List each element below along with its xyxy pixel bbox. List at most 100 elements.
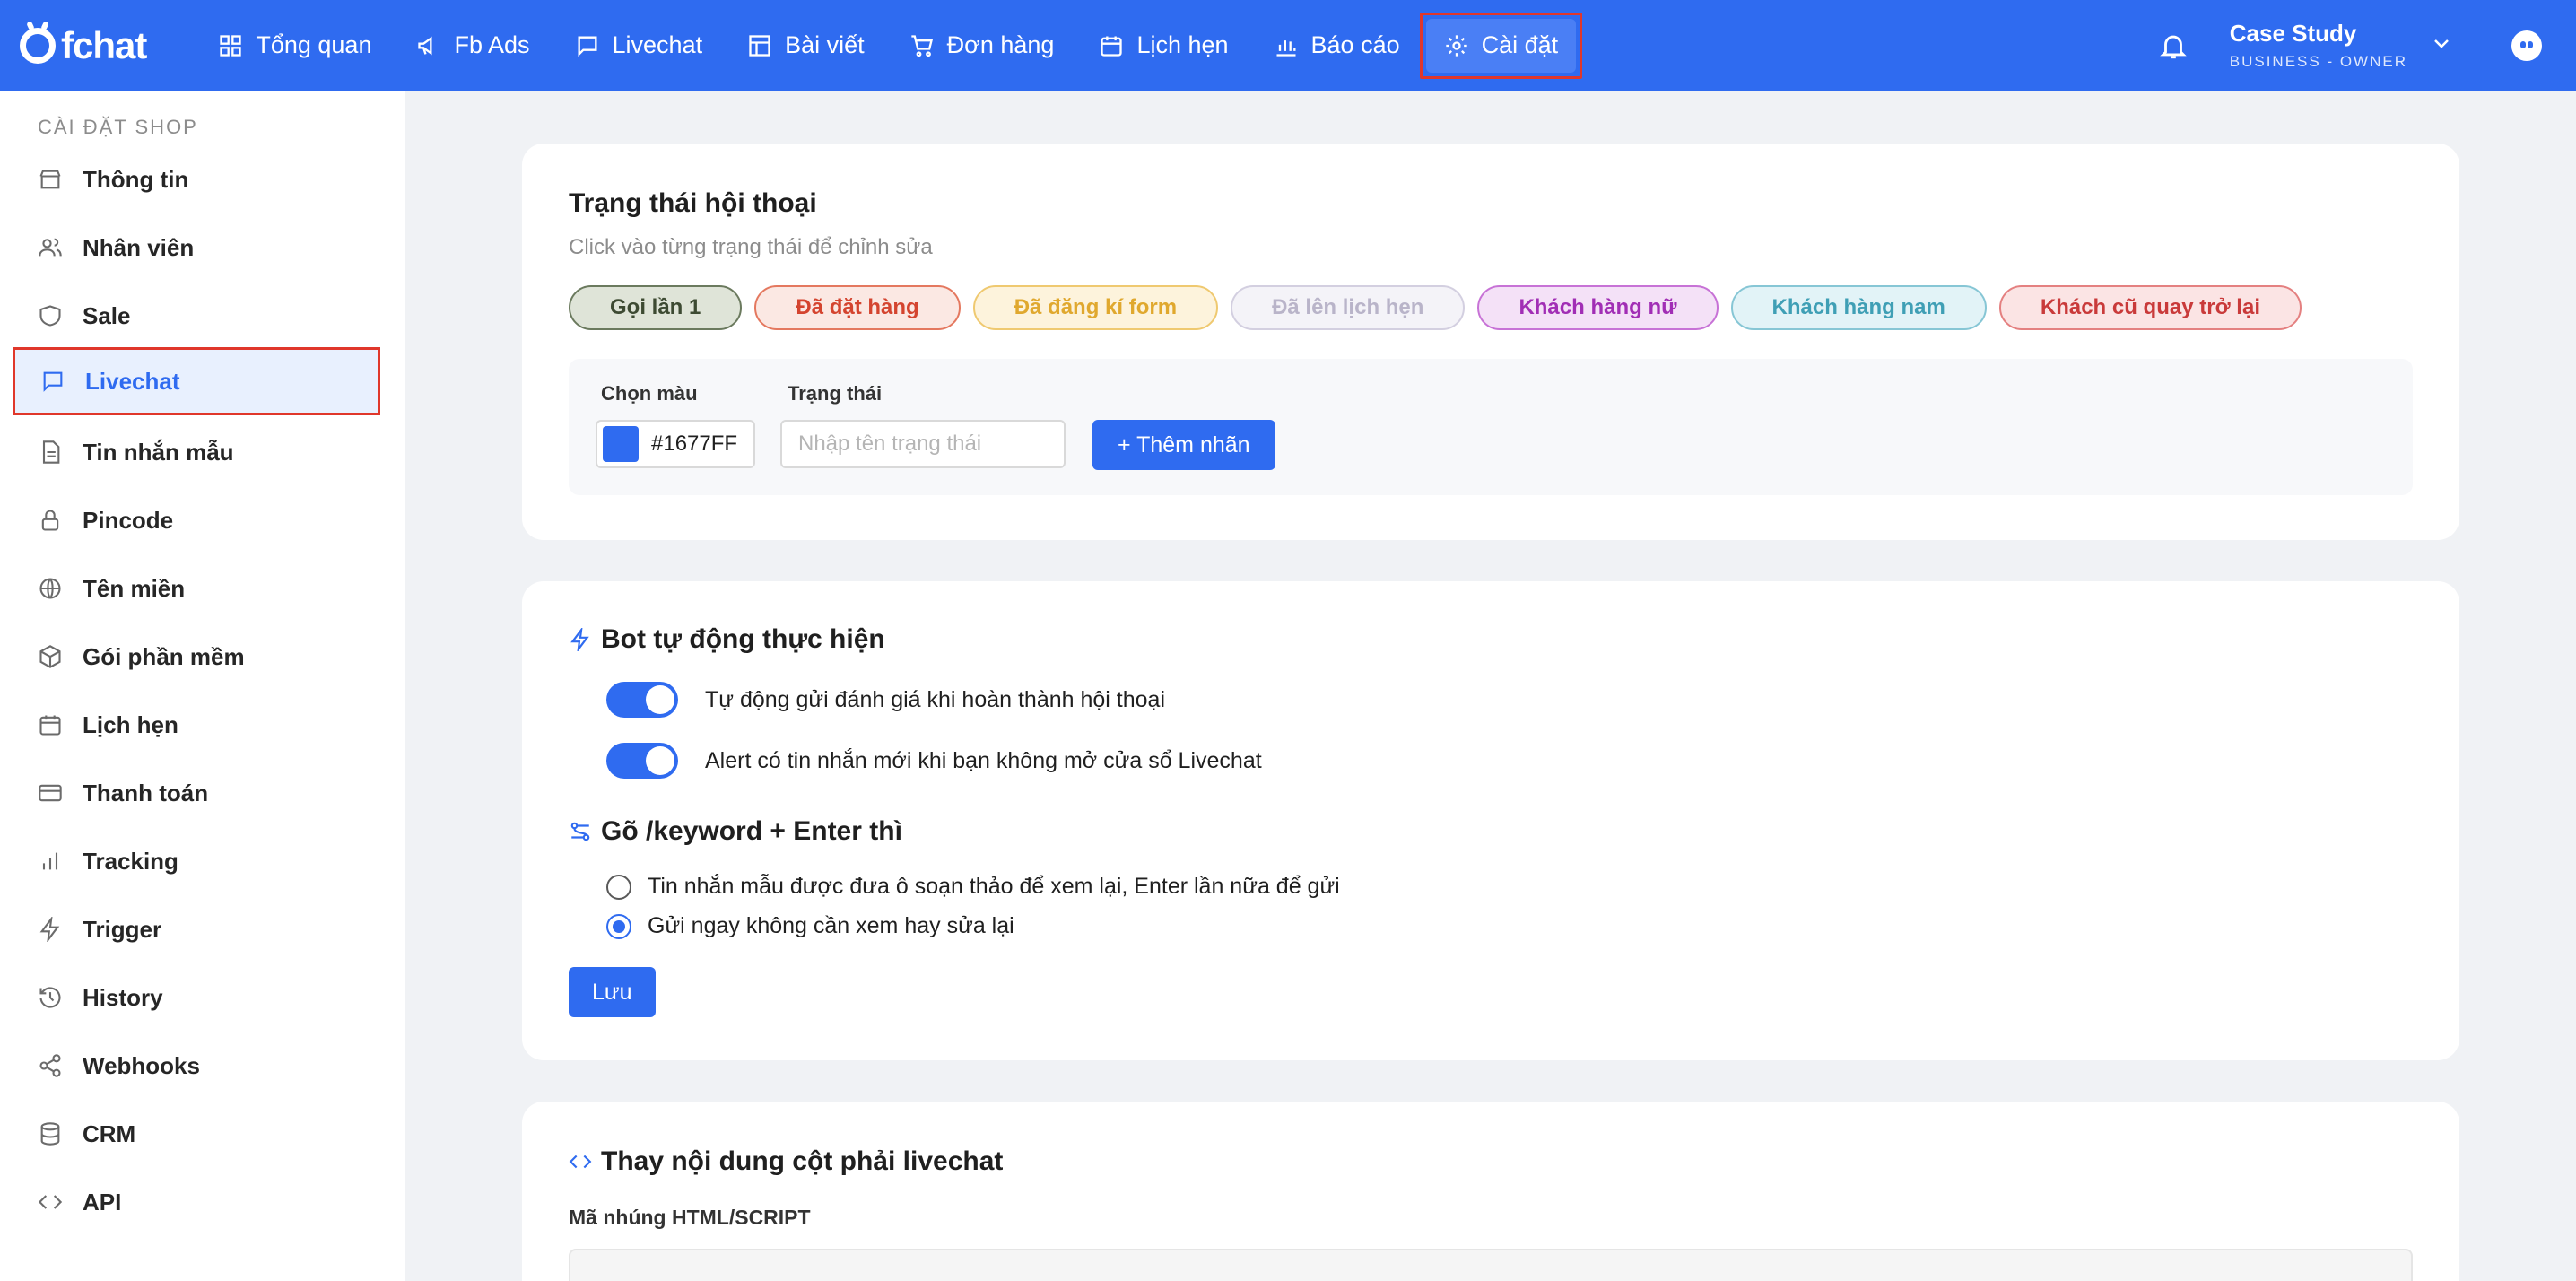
color-picker[interactable]: #1677FF [596,420,755,468]
code-label: Mã nhúng HTML/SCRIPT [569,1206,811,1229]
top-navbar: fchat Tổng quan Fb Ads Livechat Bài viết… [0,0,2576,91]
card-title: Trạng thái hội thoại [569,188,817,218]
database-icon [40,1122,60,1146]
conversation-status-card: Trạng thái hội thoại Click vào từng trạn… [522,144,2459,540]
chatbot-icon[interactable] [2511,30,2542,61]
logo-icon [20,27,56,64]
send-immediately-radio[interactable] [606,913,631,939]
sidebar-item-crm[interactable]: CRM [13,1102,380,1165]
status-chip[interactable]: Khách hàng nữ [1477,285,1719,330]
sidebar-item-tracking[interactable]: Tracking [13,830,380,893]
sidebar-item-goi-phan-mem[interactable]: Gói phần mềm [13,625,380,688]
sidebar-item-label: Lịch hẹn [83,710,178,738]
layout-icon [749,34,770,57]
status-name-input[interactable] [780,420,1066,468]
sidebar-item-lich-hen[interactable]: Lịch hẹn [13,693,380,756]
add-label-button[interactable]: + Thêm nhãn [1092,420,1275,470]
bot-settings-card: Bot tự động thực hiện Tự động gửi đánh g… [522,581,2459,1060]
sidebar-item-sale[interactable]: Sale [13,284,380,347]
sidebar-item-label: Tracking [83,847,178,875]
new-message-alert-toggle[interactable] [606,743,678,779]
sidebar-item-livechat[interactable]: Livechat [13,347,380,415]
share-icon [39,1054,61,1077]
sidebar-item-label: API [83,1188,122,1216]
color-value: #1677FF [651,431,738,456]
nav-cai-dat[interactable]: Cài đặt [1425,18,1577,73]
save-button[interactable]: Lưu [569,967,656,1017]
embed-section-title: Thay nội dung cột phải livechat [569,1146,1003,1177]
nav-fb-ads[interactable]: Fb Ads [398,19,547,73]
status-chip-list: Gọi lần 1 Đã đặt hàng Đã đăng kí form Đã… [569,285,2302,330]
keyword-title-text: Gõ /keyword + Enter thì [601,816,902,846]
sidebar-item-pincode[interactable]: Pincode [13,489,380,552]
nav-label: Livechat [612,31,703,58]
status-chip[interactable]: Khách hàng nam [1730,285,1987,330]
tag-icon [39,305,61,327]
users-icon [39,238,62,257]
sidebar-item-nhan-vien[interactable]: Nhân viên [13,216,380,279]
sidebar-item-webhooks[interactable]: Webhooks [13,1034,380,1097]
nav-label: Báo cáo [1310,31,1400,58]
sidebar-item-tin-nhan-mau[interactable]: Tin nhắn mẫu [13,421,380,484]
toggle-row-review: Tự động gửi đánh giá khi hoàn thành hội … [606,682,1165,718]
status-chip[interactable]: Đã đăng kí form [972,285,1219,330]
color-swatch [603,426,639,462]
package-icon [39,645,61,668]
keyword-section-title: Gõ /keyword + Enter thì [569,816,902,847]
document-icon [42,440,60,464]
radio-row-preview: Tin nhắn mẫu được đưa ô soạn thảo để xem… [606,874,1340,900]
status-editor: Chọn màu Trạng thái #1677FF + Thêm nhãn [569,359,2413,495]
nav-right: Case Study BUSINESS - OWNER [2158,0,2576,91]
settings-sidebar: CÀI ĐẶT SHOP Thông tin Nhân viên Sale Li… [0,91,405,1281]
fchat-logo[interactable]: fchat [20,23,147,67]
sidebar-item-label: Pincode [83,506,174,534]
history-icon [39,987,61,1008]
notification-button[interactable] [2158,30,2189,61]
sidebar-item-trigger[interactable]: Trigger [13,898,380,961]
nav-lich-hen[interactable]: Lịch hẹn [1081,19,1246,73]
radio-label: Gửi ngay không cần xem hay sửa lại [648,913,1014,938]
sidebar-item-label: Tin nhắn mẫu [83,438,234,466]
nav-label: Tổng quan [256,31,372,58]
sidebar-item-ten-mien[interactable]: Tên miền [13,557,380,620]
nav-label: Đơn hàng [946,31,1055,58]
preview-before-send-radio[interactable] [606,874,631,900]
nav-livechat[interactable]: Livechat [557,19,721,73]
status-chip[interactable]: Gọi lần 1 [569,285,743,330]
sidebar-item-thanh-toan[interactable]: Thanh toán [13,762,380,824]
sidebar-item-label: Thanh toán [83,779,209,806]
dashboard-icon [220,34,242,57]
credit-card-icon [39,784,62,802]
nav-label: Lịch hẹn [1136,31,1229,58]
nav-tong-quan[interactable]: Tổng quan [200,19,389,73]
status-chip[interactable]: Khách cũ quay trở lại [1998,285,2302,330]
sidebar-item-label: Trigger [83,915,162,943]
sidebar-item-label: Gói phần mềm [83,642,245,670]
sidebar-item-history[interactable]: History [13,966,380,1029]
status-chip[interactable]: Đã lên lịch hẹn [1231,285,1466,330]
account-menu[interactable]: Case Study BUSINESS - OWNER [2230,20,2407,71]
sidebar-item-api[interactable]: API [13,1171,380,1233]
auto-review-toggle[interactable] [606,682,678,718]
account-dropdown-toggle[interactable] [2431,32,2511,58]
sidebar-item-label: Thông tin [83,165,189,193]
status-chip[interactable]: Đã đặt hàng [754,285,961,330]
embed-code-textarea[interactable] [569,1249,2413,1281]
sidebar-item-label: History [83,983,163,1011]
logo-text: fchat [61,23,147,66]
nav-don-hang[interactable]: Đơn hàng [892,19,1073,73]
embed-title-text: Thay nội dung cột phải livechat [601,1146,1004,1176]
nav-label: Fb Ads [454,31,530,58]
sidebar-item-thong-tin[interactable]: Thông tin [13,148,380,211]
sliders-icon [570,822,590,841]
sidebar-item-label: Sale [83,301,131,329]
nav-highlight-box: Cài đặt [1419,12,1583,79]
color-label: Chọn màu [601,382,698,405]
sidebar-item-label: Nhân viên [83,233,195,261]
lightning-icon [39,917,60,942]
main-nav: Tổng quan Fb Ads Livechat Bài viết Đơn h… [200,0,1584,91]
nav-bai-viet[interactable]: Bài viết [729,19,883,73]
nav-bao-cao[interactable]: Báo cáo [1256,19,1418,73]
radio-label: Tin nhắn mẫu được đưa ô soạn thảo để xem… [648,874,1340,899]
gear-icon [1445,34,1467,57]
